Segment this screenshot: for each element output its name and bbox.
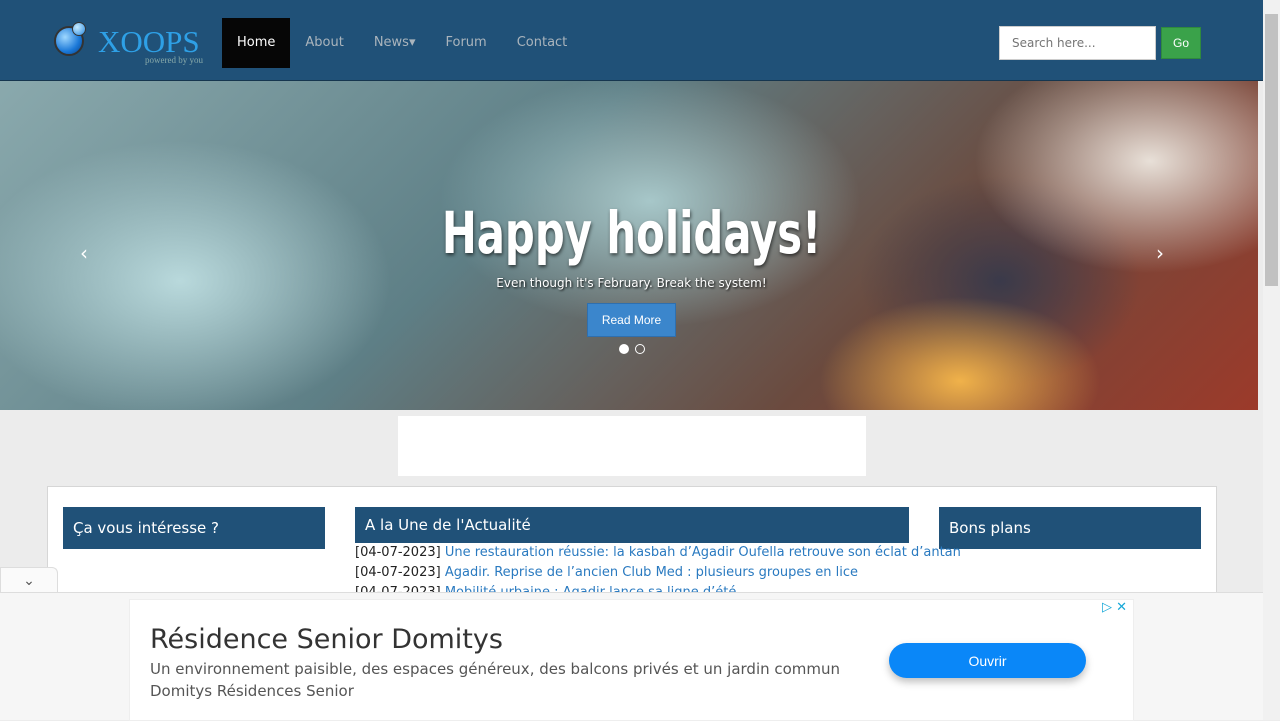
search-go-button[interactable]: Go xyxy=(1161,27,1201,59)
hero-carousel: ‹ › Happy holidays! Even though it's Feb… xyxy=(0,81,1258,410)
carousel-prev-icon[interactable]: ‹ xyxy=(80,241,88,265)
block-title-center: A la Une de l'Actualité xyxy=(355,507,909,543)
ad-slot xyxy=(398,416,866,476)
nav-contact[interactable]: Contact xyxy=(502,18,583,68)
news-link[interactable]: Agadir. Reprise de l’ancien Club Med : p… xyxy=(445,565,858,580)
carousel-dot-1[interactable] xyxy=(619,344,629,354)
hero-subtitle: Even though it's February. Break the sys… xyxy=(496,276,767,290)
news-date: [04-07-2023] xyxy=(355,565,441,580)
nav-forum[interactable]: Forum xyxy=(430,18,501,68)
collapse-ad-button[interactable]: ⌄ xyxy=(0,567,58,593)
xoops-logo[interactable]: XOOPS powered by you xyxy=(52,22,207,66)
news-link[interactable]: Une restauration réussie: la kasbah d’Ag… xyxy=(445,545,961,560)
block-title-left: Ça vous intéresse ? xyxy=(63,507,325,549)
logo-ball-small-icon xyxy=(72,22,86,36)
news-item: [04-07-2023] Agadir. Reprise de l’ancien… xyxy=(355,565,858,580)
block-title-right: Bons plans xyxy=(939,507,1201,549)
news-date: [04-07-2023] xyxy=(355,545,441,560)
ad-advertiser: Domitys Résidences Senior xyxy=(150,682,354,700)
main-menu: Home About News▾ Forum Contact xyxy=(222,18,582,68)
ad-title: Résidence Senior Domitys xyxy=(150,624,503,655)
read-more-button[interactable]: Read More xyxy=(587,303,676,337)
carousel-next-icon[interactable]: › xyxy=(1156,241,1164,265)
bottom-ad-banner: ▷ ✕ Résidence Senior Domitys Un environn… xyxy=(0,592,1263,721)
scrollbar-thumb[interactable] xyxy=(1265,14,1278,286)
ad-choices-close-icon[interactable]: ▷ ✕ xyxy=(1102,600,1127,615)
chevron-down-icon: ⌄ xyxy=(23,573,35,589)
ad-content[interactable]: ▷ ✕ Résidence Senior Domitys Un environn… xyxy=(129,599,1134,721)
navbar: XOOPS powered by you Home About News▾ Fo… xyxy=(0,0,1263,81)
carousel-dot-2[interactable] xyxy=(635,344,645,354)
ad-open-button[interactable]: Ouvrir xyxy=(889,643,1086,678)
search-input[interactable] xyxy=(999,26,1156,60)
hero-title: Happy holidays! xyxy=(441,199,822,267)
logo-tagline: powered by you xyxy=(145,55,203,65)
ad-description: Un environnement paisible, des espaces g… xyxy=(150,660,841,678)
scrollbar[interactable] xyxy=(1263,0,1280,720)
nav-home[interactable]: Home xyxy=(222,18,291,68)
news-item: [04-07-2023] Une restauration réussie: l… xyxy=(355,545,961,560)
nav-news[interactable]: News▾ xyxy=(359,18,431,68)
nav-about[interactable]: About xyxy=(290,18,358,68)
